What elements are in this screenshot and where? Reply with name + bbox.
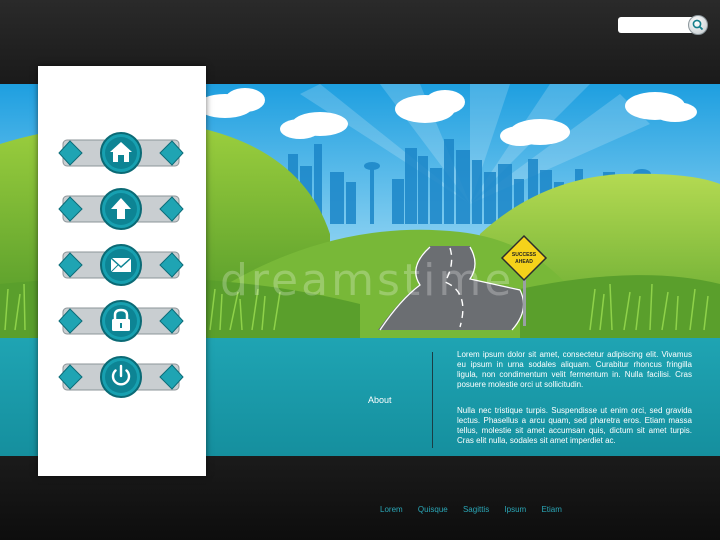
search-box (618, 15, 708, 35)
sidebar-panel (38, 66, 206, 476)
footer-link-quisque[interactable]: Quisque (418, 505, 448, 514)
nav-button-home[interactable] (57, 132, 185, 174)
nav-button-mail[interactable] (57, 244, 185, 286)
svg-text:AHEAD: AHEAD (515, 259, 533, 265)
search-button[interactable] (688, 15, 708, 35)
footer-link-etiam[interactable]: Etiam (541, 505, 561, 514)
nav-button-power[interactable] (57, 356, 185, 398)
footer-nav: Lorem Quisque Sagittis Ipsum Etiam (380, 505, 575, 514)
footer-link-ipsum[interactable]: Ipsum (504, 505, 526, 514)
paragraph-2: Nulla nec tristique turpis. Suspendisse … (457, 406, 692, 445)
search-input[interactable] (618, 17, 692, 33)
about-link[interactable]: About (368, 395, 392, 405)
nav-button-lock[interactable] (57, 300, 185, 342)
footer-link-sagittis[interactable]: Sagittis (463, 505, 489, 514)
svg-text:SUCCESS: SUCCESS (512, 252, 537, 258)
footer-link-lorem[interactable]: Lorem (380, 505, 403, 514)
nav-button-upload[interactable] (57, 188, 185, 230)
mail-icon (110, 257, 132, 273)
content-divider (432, 352, 433, 448)
search-icon (692, 19, 704, 31)
paragraph-1: Lorem ipsum dolor sit amet, consectetur … (457, 350, 692, 389)
